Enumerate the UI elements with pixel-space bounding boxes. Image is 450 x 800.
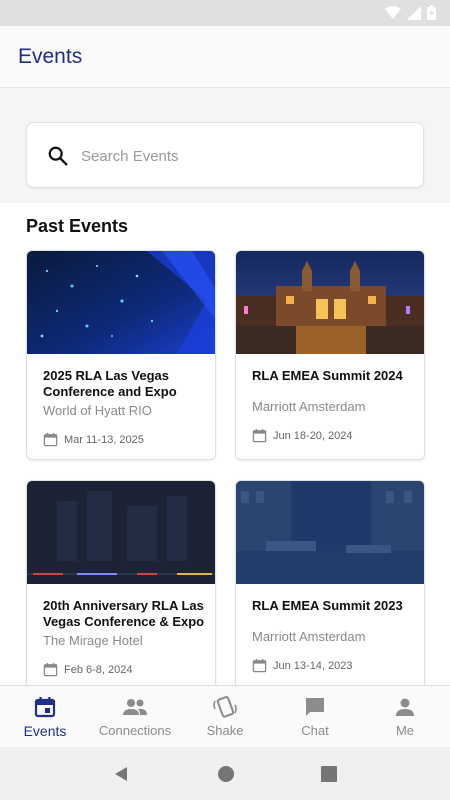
status-icons [385, 5, 436, 20]
recents-icon[interactable] [321, 765, 337, 782]
nav-label: Events [23, 723, 67, 739]
status-bar [0, 0, 450, 26]
event-date-row: Jun 18-20, 2024 [252, 428, 353, 443]
event-venue: World of Hyatt RIO [43, 403, 152, 418]
people-icon [123, 699, 147, 715]
nav-item-me[interactable]: Me [360, 686, 450, 747]
signal-icon [407, 5, 421, 20]
event-image [27, 481, 215, 584]
calendar-icon [252, 658, 267, 673]
event-card[interactable]: RLA EMEA Summit 2023 Marriott Amsterdam … [235, 480, 425, 685]
wifi-icon [385, 5, 401, 19]
event-image [236, 251, 424, 354]
events-content: Past Events 2025 RLA Las Vegas Conferenc… [0, 203, 450, 685]
search-icon[interactable] [47, 145, 69, 167]
calendar-icon [34, 697, 56, 718]
section-title: Past Events [26, 216, 129, 236]
event-date-row: Mar 11-13, 2025 [43, 432, 144, 447]
event-image [27, 251, 215, 354]
battery-icon [427, 5, 436, 20]
event-card[interactable]: 20th Anniversary RLA Las Vegas Conferenc… [26, 480, 216, 685]
calendar-icon [43, 662, 58, 677]
event-date: Jun 18-20, 2024 [273, 429, 353, 442]
event-date-row: Jun 13-14, 2023 [252, 658, 353, 673]
event-date: Feb 6-8, 2024 [64, 663, 133, 676]
system-nav-bar [0, 747, 450, 800]
chat-icon [306, 698, 324, 716]
event-title: RLA EMEA Summit 2024 [252, 368, 403, 383]
search-input[interactable] [81, 137, 401, 175]
event-title: RLA EMEA Summit 2023 [252, 598, 403, 613]
search-section [0, 88, 450, 203]
back-icon[interactable] [113, 765, 131, 783]
person-icon [396, 698, 414, 716]
shake-icon [213, 696, 237, 718]
event-card[interactable]: RLA EMEA Summit 2024 Marriott Amsterdam … [235, 250, 425, 460]
event-title: 20th Anniversary RLA Las Vegas Conferenc… [43, 598, 205, 629]
app-bar: Events [0, 26, 450, 88]
nav-label: Me [395, 723, 415, 738]
nav-item-chat[interactable]: Chat [270, 686, 360, 747]
event-card[interactable]: 2025 RLA Las Vegas Conference and Expo W… [26, 250, 216, 460]
page-title: Events [18, 45, 83, 68]
event-image [236, 481, 424, 584]
nav-label: Chat [301, 723, 329, 738]
search-box[interactable] [26, 122, 424, 188]
event-date: Mar 11-13, 2025 [64, 433, 144, 446]
home-icon[interactable] [217, 765, 235, 783]
nav-item-shake[interactable]: Shake [180, 686, 270, 747]
event-title: 2025 RLA Las Vegas Conference and Expo [43, 368, 177, 399]
nav-label: Shake [206, 723, 244, 738]
nav-item-connections[interactable]: Connections [90, 686, 180, 747]
event-date-row: Feb 6-8, 2024 [43, 662, 133, 677]
event-venue: Marriott Amsterdam [252, 629, 366, 644]
bottom-nav: Events Connections Shake Chat Me [0, 685, 450, 747]
calendar-icon [252, 428, 267, 443]
nav-label: Connections [98, 723, 172, 738]
event-date: Jun 13-14, 2023 [273, 659, 353, 672]
event-venue: Marriott Amsterdam [252, 399, 366, 414]
calendar-icon [43, 432, 58, 447]
nav-item-events[interactable]: Events [0, 686, 90, 747]
event-venue: The Mirage Hotel [43, 633, 143, 648]
